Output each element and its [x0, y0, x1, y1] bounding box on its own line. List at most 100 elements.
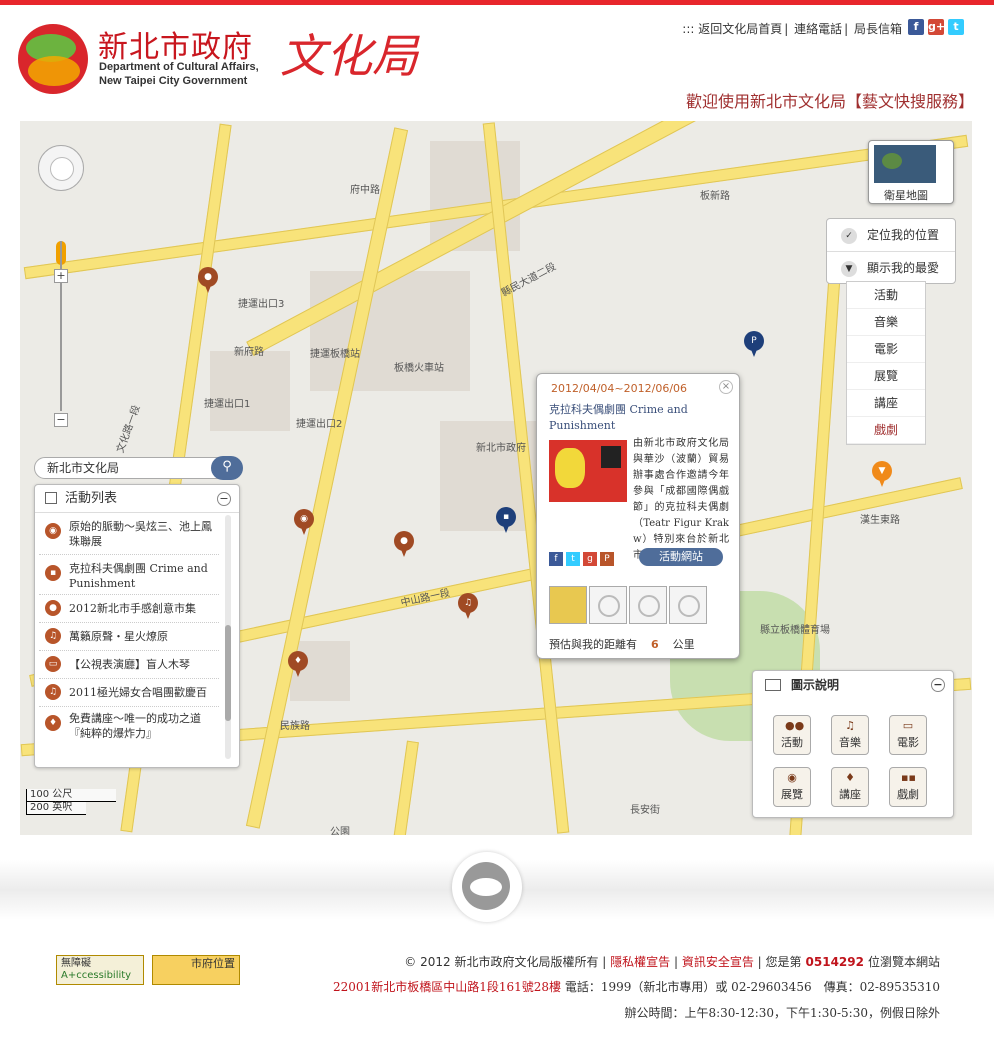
map-marker-camera[interactable]: ◉ [294, 509, 314, 535]
legend-lecture[interactable]: ♦ 講座 [831, 767, 869, 807]
list-item[interactable]: ▪ 克拉科夫偶劇團 Crime and Punishment [39, 555, 219, 595]
privacy-link[interactable]: 隱私權宣告 [610, 955, 670, 969]
favorites-item-music[interactable]: 音樂 [847, 309, 925, 336]
collapse-icon[interactable]: − [931, 678, 945, 692]
popup-share-icons: ftgP [549, 550, 617, 566]
close-icon[interactable]: × [719, 380, 733, 394]
map-label: 板橋火車站 [394, 363, 444, 374]
location-controls: ✓ 定位我的位置 ▼ 顯示我的最愛 [826, 218, 956, 284]
mic-icon: ♦ [845, 771, 855, 784]
link-contact[interactable]: 連絡電話 [794, 22, 842, 36]
legend-activity[interactable]: ●● 活動 [773, 715, 811, 755]
activity-list-title: 活動列表 [65, 491, 118, 506]
map-label: 捷運板橋站 [310, 349, 360, 360]
logo-emblem-icon [18, 24, 88, 94]
legend-music[interactable]: ♫ 音樂 [831, 715, 869, 755]
city-hall-location-badge[interactable]: 市府位置 [152, 955, 240, 985]
event-date: 2012/04/04~2012/06/06 [551, 382, 688, 395]
plurk-icon[interactable]: P [600, 552, 614, 566]
google-plus-icon[interactable]: g+ [928, 19, 945, 35]
favorites-item-film[interactable]: 電影 [847, 336, 925, 363]
google-plus-icon[interactable]: g [583, 552, 597, 566]
twitter-icon[interactable]: t [566, 552, 580, 566]
current-location-icon[interactable]: ▼ [872, 461, 892, 487]
legend-label: 講座 [839, 788, 861, 801]
map-label: 捷運出口1 [204, 399, 251, 410]
zoom-track[interactable] [60, 241, 62, 411]
map-label: 府中路 [350, 185, 380, 196]
zoom-slider[interactable]: + − [54, 213, 68, 427]
map-block [310, 271, 470, 391]
map-search-input[interactable]: 新北市文化局 ⚲ [34, 456, 243, 480]
map-marker-people[interactable]: ● [394, 531, 414, 557]
favorites-item-activity[interactable]: 活動 [847, 282, 925, 309]
zoom-in-icon[interactable]: + [54, 269, 68, 283]
logo-subtitle: Department of Cultural Affairs, New Taip… [99, 60, 259, 88]
people-icon: ●● [785, 719, 805, 732]
map-marker-people[interactable]: ● [198, 267, 218, 293]
footer-copyright: © 2012 新北市政府文化局版權所有 | 隱私權宣告 | 資訊安全宣告 | 您… [404, 955, 940, 969]
address-text: 22001新北市板橋區中山路1段161號28樓 [333, 980, 561, 994]
satellite-map-button[interactable]: 衛星地圖 [868, 140, 954, 204]
map-label: 民族路 [280, 721, 310, 732]
map-scale: 100 公尺 200 英呎 [26, 789, 116, 815]
list-item[interactable]: ▭ 【公視表演廳】盲人木琴 [39, 651, 219, 679]
favorites-item-exhibition[interactable]: 展覽 [847, 363, 925, 390]
mic-icon: ♦ [45, 715, 61, 731]
distance-info: 預估與我的距離有 6 公里 [549, 636, 729, 652]
favorites-item-lecture[interactable]: 講座 [847, 390, 925, 417]
map-marker-music[interactable]: ♫ [458, 593, 478, 619]
map-label: 捷運出口3 [238, 299, 285, 310]
locate-me-button[interactable]: ✓ 定位我的位置 [827, 219, 955, 252]
event-title[interactable]: 克拉科夫偶劇團 Crime and Punishment [549, 402, 729, 434]
event-website-button[interactable]: 活動網站 [639, 548, 723, 566]
film-icon: ▭ [902, 719, 914, 732]
list-item-text: 【公視表演廳】盲人木琴 [69, 658, 190, 671]
camera-icon: ◉ [45, 523, 61, 539]
site-logo[interactable]: 新北市政府 Department of Cultural Affairs, Ne… [18, 20, 418, 100]
list-item[interactable]: ● 2012新北市手感創意市集 [39, 595, 219, 623]
list-item[interactable]: ♫ 2011極光婦女合唱團歡慶百 [39, 679, 219, 707]
link-home[interactable]: ::: 返回文化局首頁 [682, 22, 782, 36]
map-marker-blue[interactable]: P [744, 331, 764, 357]
badge-sublabel: A+ccessibility [61, 970, 132, 981]
gallery-image[interactable] [549, 586, 587, 624]
logo-subtitle-line1: Department of Cultural Affairs, [99, 61, 259, 73]
gallery-empty-icon [589, 586, 627, 624]
satellite-label: 衛星地圖 [884, 189, 928, 202]
legend-label: 展覽 [781, 788, 803, 801]
footer-hours: 辦公時間：上午8:30-12:30，下午1:30-5:30，例假日除外 [624, 1006, 940, 1020]
list-item-text: 2011極光婦女合唱團歡慶百 [69, 686, 207, 699]
accessibility-badge[interactable]: 無障礙 A+ccessibility [56, 955, 144, 985]
legend-film[interactable]: ▭ 電影 [889, 715, 927, 755]
legend-exhibition[interactable]: ◉ 展覽 [773, 767, 811, 807]
map-label: 文化路一段 [115, 403, 143, 455]
list-item[interactable]: ♫ 萬籟原聲・星火燎原 [39, 623, 219, 651]
legend-drama[interactable]: ▪▪ 戲劇 [889, 767, 927, 807]
map-marker-selected[interactable]: ▪ [496, 507, 516, 533]
list-item[interactable]: ◉ 原始的脈動～吳炫三、池上鳳珠聯展 [39, 515, 219, 555]
map-marker-mic[interactable]: ♦ [288, 651, 308, 677]
map-label: 新府路 [234, 347, 264, 358]
facebook-icon[interactable]: f [549, 552, 563, 566]
map-canvas[interactable]: 捷運板橋站 板橋火車站 新北市政府 縣民大道二段 中山路一段 新府路 民族路 文… [20, 121, 972, 835]
visitor-count: 0514292 [805, 955, 864, 969]
twitter-icon[interactable]: t [948, 19, 964, 35]
zoom-out-icon[interactable]: − [54, 413, 68, 427]
map-label: 公園 [330, 827, 350, 835]
welcome-banner: 歡迎使用新北市文化局【藝文快搜服務】 [685, 92, 974, 111]
footer-logo-icon [452, 852, 522, 922]
collapse-icon[interactable]: − [217, 492, 231, 506]
link-mailbox[interactable]: 局長信箱 [854, 22, 902, 36]
activity-list-panel: 活動列表 − ◉ 原始的脈動～吳炫三、池上鳳珠聯展 ▪ 克拉科夫偶劇團 Crime … [34, 484, 240, 768]
event-thumbnail[interactable] [549, 440, 627, 502]
favorites-item-drama[interactable]: 戲劇 [847, 417, 925, 444]
top-links: ::: 返回文化局首頁 | 連絡電話 | 局長信箱 [682, 22, 902, 36]
list-scrollbar[interactable] [225, 515, 231, 759]
list-item[interactable]: ♦ 免費講座～唯一的成功之道『純粹的爆炸力』 [39, 707, 219, 747]
search-icon[interactable]: ⚲ [211, 456, 243, 480]
facebook-icon[interactable]: f [908, 19, 924, 35]
security-link[interactable]: 資訊安全宣告 [682, 955, 754, 969]
legend-header: 圖示說明 − [753, 671, 953, 699]
pan-control[interactable] [38, 145, 84, 191]
